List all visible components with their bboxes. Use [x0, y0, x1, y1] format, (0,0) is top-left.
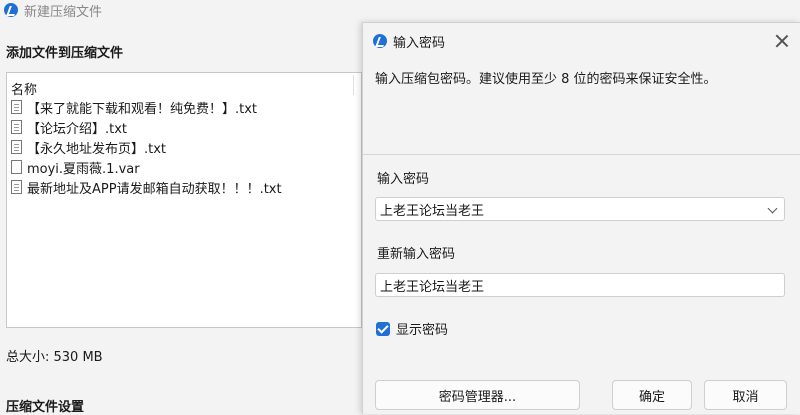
dialog-title: 输入密码 [393, 35, 446, 51]
blank-file-icon [11, 160, 22, 174]
close-icon[interactable] [772, 31, 792, 51]
cancel-button[interactable]: 取消 [704, 380, 787, 410]
background-window-titlebar: 新建压缩文件 [0, 0, 102, 20]
file-name: 【论坛介绍】.txt [27, 121, 128, 137]
total-size-label: 总大小: 530 MB [6, 350, 103, 365]
confirm-password-field[interactable]: 上老王论坛当老王 [375, 273, 785, 297]
file-name: 【永久地址发布页】.txt [27, 141, 167, 157]
password-label: 输入密码 [377, 172, 430, 187]
list-item[interactable]: 最新地址及APP请发邮箱自动获取！！！.txt [11, 177, 282, 197]
list-item[interactable]: moyi.夏雨薇.1.var [11, 157, 140, 177]
list-item[interactable]: 【永久地址发布页】.txt [11, 137, 166, 157]
file-name: 【来了就能下载和观看！纯免费！】.txt [27, 101, 258, 117]
add-files-heading: 添加文件到压缩文件 [6, 46, 124, 61]
dialog-description: 输入压缩包密码。建议使用至少 8 位的密码来保证安全性。 [375, 72, 717, 87]
file-name: moyi.夏雨薇.1.var [27, 161, 140, 177]
dialog-titlebar[interactable]: 输入密码 [363, 23, 800, 59]
password-value: 上老王论坛当老王 [380, 203, 485, 219]
list-item[interactable]: 【论坛介绍】.txt [11, 117, 127, 137]
password-manager-button[interactable]: 密码管理器... [375, 380, 580, 410]
column-divider [353, 75, 354, 95]
app-logo-icon [373, 34, 387, 48]
password-combobox[interactable]: 上老王论坛当老王 [375, 197, 785, 221]
file-name: 最新地址及APP请发邮箱自动获取！！！.txt [27, 181, 282, 197]
archive-settings-heading: 压缩文件设置 [6, 400, 85, 415]
text-file-icon [11, 180, 22, 194]
show-password-label: 显示密码 [396, 323, 449, 338]
confirm-password-value: 上老王论坛当老王 [380, 279, 485, 295]
show-password-toggle[interactable]: 显示密码 [376, 319, 448, 338]
column-header-name[interactable]: 名称 [11, 79, 37, 98]
text-file-icon [11, 120, 22, 134]
divider [363, 154, 800, 155]
text-file-icon [11, 100, 22, 114]
text-file-icon [11, 140, 22, 154]
password-dialog: 输入密码 输入压缩包密码。建议使用至少 8 位的密码来保证安全性。 输入密码 上… [362, 22, 800, 414]
app-logo-icon [4, 3, 18, 17]
list-item[interactable]: 【来了就能下载和观看！纯免费！】.txt [11, 97, 257, 117]
file-list[interactable]: 名称 【来了就能下载和观看！纯免费！】.txt 【论坛介绍】.txt 【永久地址… [6, 72, 362, 328]
confirm-password-label: 重新输入密码 [377, 247, 456, 262]
chevron-down-icon[interactable] [767, 203, 778, 214]
window-title: 新建压缩文件 [24, 4, 103, 20]
checkbox-checked-icon[interactable] [376, 321, 390, 336]
ok-button[interactable]: 确定 [612, 380, 692, 410]
